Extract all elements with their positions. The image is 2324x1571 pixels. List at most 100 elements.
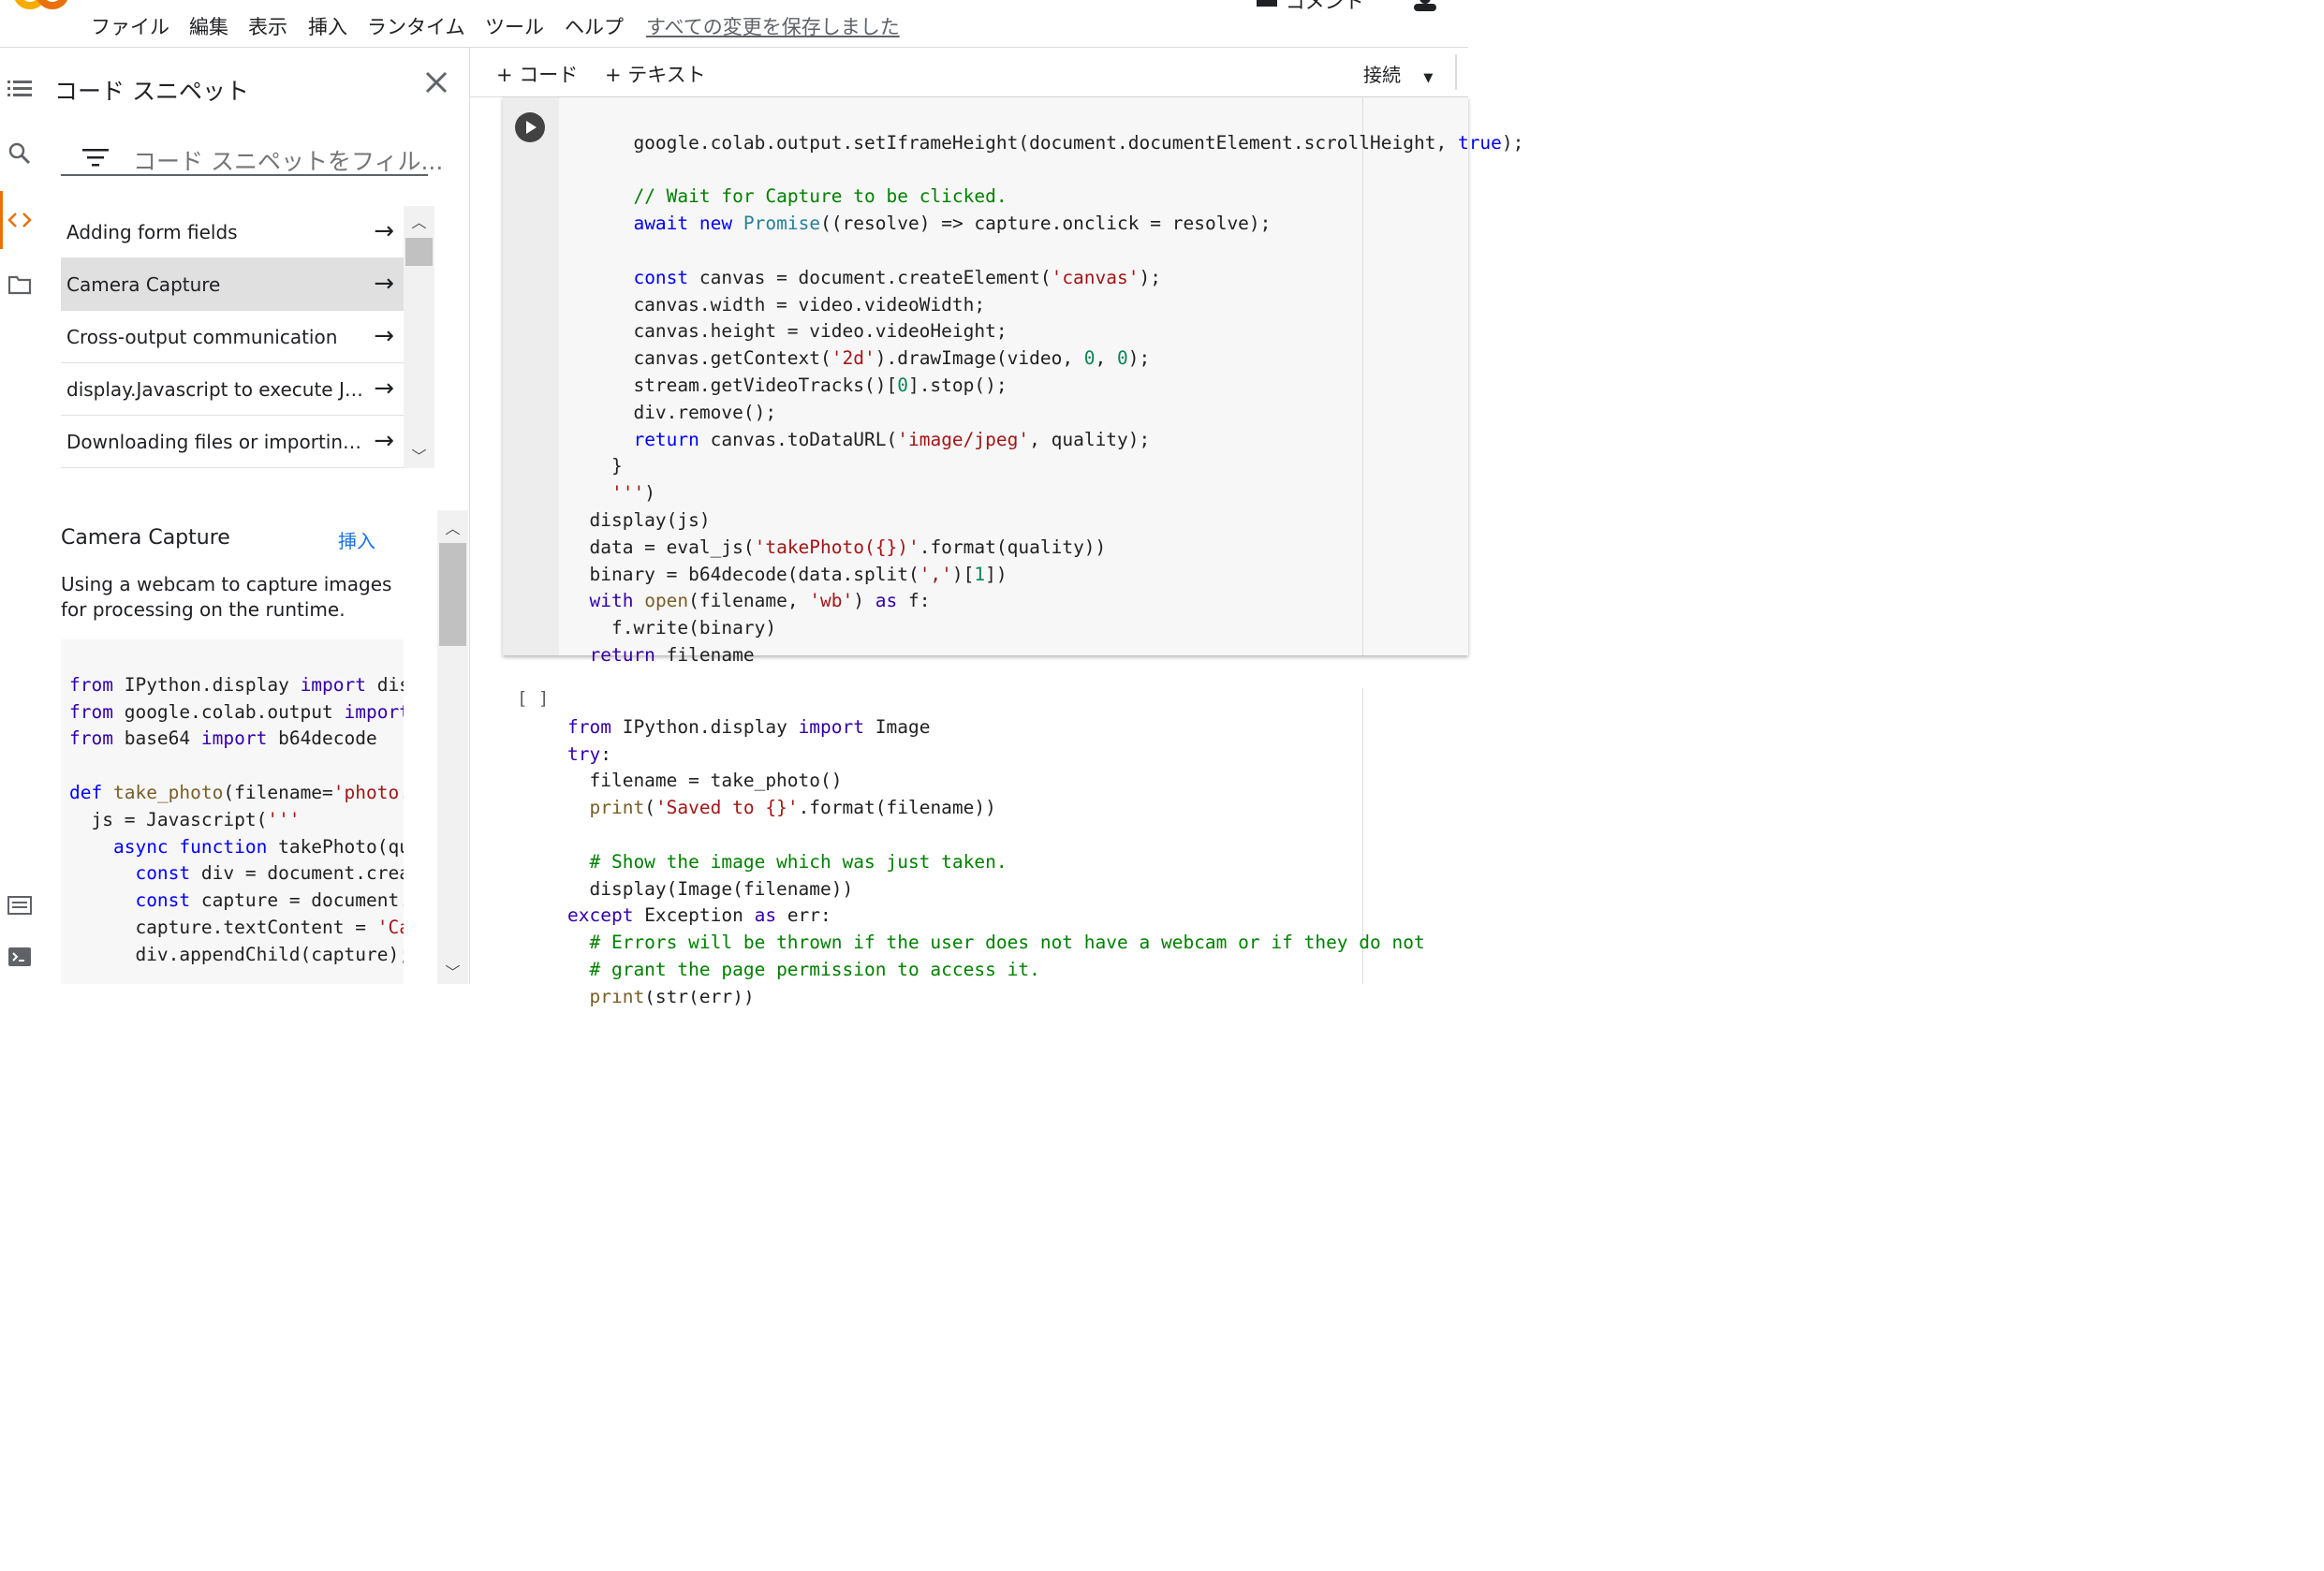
- arrow-right-icon: →: [374, 427, 394, 455]
- cell-execution-count[interactable]: [ ]: [517, 688, 549, 709]
- scrollbar-thumb[interactable]: [405, 238, 433, 266]
- snippet-item-label: Adding form fields: [66, 220, 238, 243]
- snippet-item-downloading-files[interactable]: Downloading files or importing ... →: [61, 416, 404, 468]
- add-code-button[interactable]: + コード: [496, 60, 578, 88]
- arrow-right-icon: →: [374, 374, 394, 403]
- code-line: capture.textContent = 'Captu: [69, 916, 404, 938]
- code-line: print('Saved to {}'.format(filename)): [589, 797, 996, 819]
- menu-view[interactable]: 表示: [248, 12, 287, 40]
- code-line: data = eval_js('takePhoto({})'.format(qu…: [567, 536, 1107, 558]
- chevron-down-icon[interactable]: ﹀: [437, 960, 468, 982]
- dropdown-icon: ▼: [1423, 71, 1434, 85]
- share-icon[interactable]: [1412, 0, 1444, 11]
- terminal-icon[interactable]: [7, 944, 33, 970]
- snippet-item-label: Camera Capture: [66, 272, 221, 296]
- code-line: display(Image(filename)): [567, 877, 854, 900]
- snippet-item-display-javascript[interactable]: display.Javascript to execute Ja... →: [61, 363, 404, 416]
- snippet-description: Using a webcam to capture images for pro…: [61, 573, 392, 621]
- code-snippets-icon[interactable]: [7, 207, 33, 233]
- code-line: # Errors will be thrown if the user does…: [589, 932, 1425, 954]
- comment-button[interactable]: コメント: [1255, 0, 1364, 15]
- save-status-link[interactable]: すべての変更を保存しました: [646, 12, 900, 40]
- filter-input[interactable]: コード スニペットをフィル...: [133, 143, 443, 177]
- comment-label: コメント: [1285, 0, 1364, 13]
- code-line: canvas.getContext('2d').drawImage(video,…: [567, 347, 1151, 370]
- connect-button[interactable]: 接続 ▼: [1363, 60, 1433, 87]
- code-line: canvas.height = video.videoHeight;: [567, 320, 1008, 343]
- snippet-code-preview: from IPython.display import displa from g…: [61, 639, 404, 991]
- cell-1-code[interactable]: google.colab.output.setIframeHeight(docu…: [567, 103, 1523, 697]
- panel-title: コード スニペット: [54, 78, 249, 105]
- toc-icon[interactable]: [7, 76, 33, 102]
- code-line: return canvas.toDataURL('image/jpeg', qu…: [633, 428, 1151, 450]
- code-line: canvas.width = video.videoWidth;: [567, 293, 986, 316]
- code-line: with open(filename, 'wb') as f:: [589, 590, 931, 612]
- code-line: google.colab.output.setIframeHeight(docu…: [567, 131, 1524, 154]
- snippet-item-label: Cross-output communication: [66, 325, 338, 348]
- code-line: const div = document.createE: [135, 862, 404, 885]
- code-line: display(js): [567, 508, 711, 531]
- chevron-up-icon[interactable]: ︿: [404, 210, 434, 232]
- snippet-item-cross-output[interactable]: Cross-output communication →: [61, 311, 404, 363]
- insert-snippet-button[interactable]: 挿入: [338, 526, 375, 553]
- close-icon[interactable]: [423, 69, 449, 95]
- scrollbar-thumb[interactable]: [439, 543, 466, 646]
- snippet-list: Adding form fields → Camera Capture → Cros…: [61, 206, 404, 468]
- snippet-item-camera-capture[interactable]: Camera Capture →: [61, 258, 404, 311]
- filter-icon: [82, 149, 109, 167]
- code-line: await new Promise((resolve) => capture.o…: [633, 213, 1272, 235]
- arrow-right-icon: →: [374, 270, 394, 298]
- code-line: except Exception as err:: [567, 904, 831, 927]
- code-line: from IPython.display import displa: [69, 673, 404, 696]
- code-line: return filename: [589, 643, 755, 666]
- code-line: f.write(binary): [567, 617, 777, 639]
- filter-underline: [61, 174, 428, 176]
- folder-icon[interactable]: [7, 272, 33, 298]
- code-line: '''): [610, 482, 655, 505]
- code-line: # grant the page permission to access it…: [589, 958, 1040, 980]
- snippet-detail-title: Camera Capture: [61, 526, 230, 550]
- code-line: async function takePhoto(quali: [112, 835, 404, 858]
- snippet-list-scrollbar[interactable]: ︿ ﹀: [404, 206, 434, 468]
- code-line: try:: [567, 742, 611, 765]
- code-line: div.appendChild(capture);: [69, 943, 404, 965]
- code-line: }: [567, 455, 623, 477]
- menu-insert[interactable]: 挿入: [308, 12, 347, 40]
- code-line: js = Javascript(''': [69, 808, 301, 830]
- menu-bar: ファイル 編集 表示 挿入 ランタイム ツール ヘルプ すべての変更を保存しまし…: [0, 0, 1468, 48]
- code-line: from google.colab.output import ev: [69, 700, 404, 723]
- toolbar-divider: [1455, 54, 1457, 90]
- bottom-edge: [0, 984, 1468, 991]
- code-line: binary = b64decode(data.split(',')[1]): [567, 563, 1008, 585]
- menu-help[interactable]: ヘルプ: [565, 12, 624, 40]
- chevron-down-icon[interactable]: ﹀: [404, 444, 434, 466]
- menu-file[interactable]: ファイル: [91, 12, 169, 40]
- arrow-right-icon: →: [374, 217, 394, 245]
- left-rail: [0, 48, 44, 991]
- code-line: const capture = document.cre: [135, 889, 404, 912]
- code-line: stream.getVideoTracks()[0].stop();: [567, 374, 1008, 396]
- add-text-button[interactable]: + テキスト: [605, 60, 706, 88]
- code-line: def take_photo(filename='photo.jpg: [69, 781, 404, 803]
- colab-logo[interactable]: [11, 0, 69, 15]
- chevron-up-icon[interactable]: ︿: [437, 516, 468, 538]
- code-line: div.remove();: [567, 401, 777, 423]
- code-line: // Wait for Capture to be clicked.: [633, 185, 1008, 208]
- snippet-detail-scrollbar[interactable]: ︿ ﹀: [437, 510, 468, 991]
- menu-tools[interactable]: ツール: [485, 12, 544, 40]
- snippet-item-adding-form-fields[interactable]: Adding form fields →: [61, 206, 404, 258]
- code-line: const canvas = document.createElement('c…: [633, 266, 1161, 288]
- menu-edit[interactable]: 編集: [189, 12, 228, 40]
- search-icon[interactable]: [7, 140, 33, 167]
- menu-runtime[interactable]: ランタイム: [367, 12, 465, 40]
- arrow-right-icon: →: [374, 322, 394, 350]
- connect-label: 接続: [1363, 64, 1401, 86]
- snippet-item-label: Downloading files or importing ...: [66, 430, 364, 453]
- code-line: from IPython.display import Image: [567, 715, 931, 738]
- run-cell-button[interactable]: [515, 112, 545, 142]
- cell-gutter: [503, 97, 559, 655]
- command-palette-icon[interactable]: [7, 892, 33, 918]
